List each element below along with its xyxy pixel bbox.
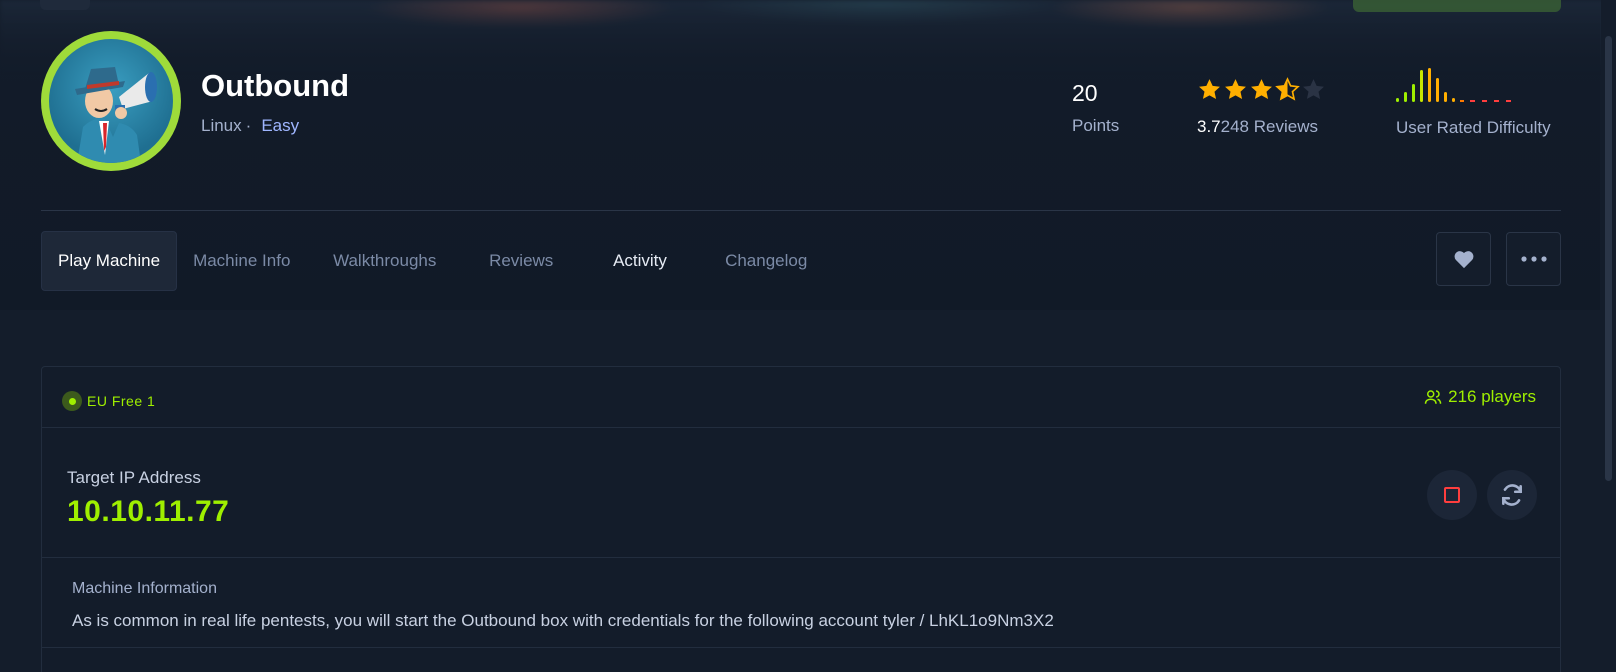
target-ip-value[interactable]: 10.10.11.77	[67, 495, 229, 529]
tab-reviews[interactable]: Reviews	[473, 231, 597, 291]
star-icon	[1225, 79, 1246, 99]
tab-walkthroughs[interactable]: Walkthroughs	[317, 231, 473, 291]
difficulty-chart	[1396, 68, 1511, 102]
star-icon	[1251, 79, 1272, 99]
target-section: Target IP Address 10.10.11.77	[42, 367, 1560, 558]
machine-title: Outbound	[201, 68, 350, 103]
machine-card: EU Free 1 216 players Target IP Address …	[41, 366, 1561, 672]
top-action-button-edge[interactable]	[1353, 0, 1561, 12]
more-options-button[interactable]	[1506, 232, 1561, 286]
difficulty-label: Easy	[261, 116, 300, 135]
tab-activity[interactable]: Activity	[597, 231, 709, 291]
machine-information-text: As is common in real life pentests, you …	[72, 611, 1054, 630]
os-label: Linux	[201, 116, 242, 135]
heart-icon	[1454, 251, 1473, 269]
favorite-button[interactable]	[1436, 232, 1491, 286]
page-scrollbar[interactable]	[1601, 0, 1616, 672]
more-icon	[1520, 256, 1547, 262]
header-divider	[41, 210, 1561, 211]
tab-bar: Play Machine Machine Info Walkthroughs R…	[41, 231, 839, 291]
star-icon	[1199, 79, 1220, 99]
reset-machine-button[interactable]	[1487, 470, 1537, 520]
rating-stars	[1197, 77, 1326, 102]
user-difficulty-label: User Rated Difficulty	[1396, 118, 1551, 137]
machine-information-title: Machine Information	[72, 580, 217, 597]
scrollbar-thumb[interactable]	[1605, 36, 1612, 481]
tab-changelog[interactable]: Changelog	[709, 231, 839, 291]
rating-score: 3.7	[1197, 117, 1221, 136]
stop-machine-button[interactable]	[1427, 470, 1477, 520]
machine-information: Machine Information As is common in real…	[42, 558, 1560, 648]
rating-summary: 3.7248 Reviews	[1197, 117, 1318, 137]
machine-meta: Linux · Easy	[201, 116, 299, 136]
tab-machine-info[interactable]: Machine Info	[177, 231, 317, 291]
rating-reviews: 248 Reviews	[1220, 117, 1318, 136]
top-tab-edge	[40, 0, 90, 10]
stop-icon	[1444, 487, 1460, 503]
meta-separator: ·	[245, 116, 252, 135]
points-label: Points	[1072, 116, 1120, 135]
refresh-icon	[1502, 484, 1522, 506]
target-ip-label: Target IP Address	[67, 468, 201, 487]
star-empty-icon	[1303, 79, 1324, 99]
points-value: 20	[1072, 80, 1098, 106]
machine-avatar	[41, 31, 181, 171]
tab-play-machine[interactable]: Play Machine	[41, 231, 178, 291]
star-half-icon	[1275, 77, 1300, 101]
